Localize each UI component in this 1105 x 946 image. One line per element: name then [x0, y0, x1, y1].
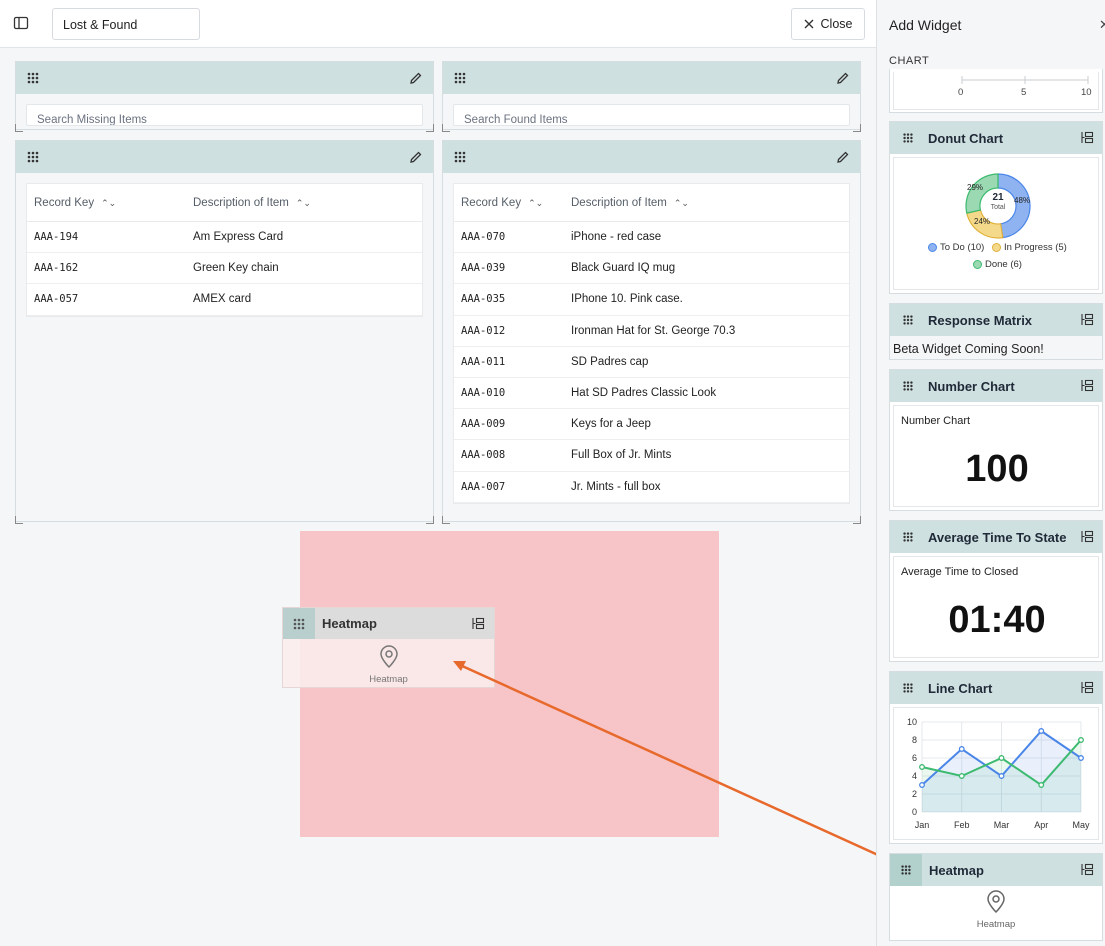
card-title: Heatmap [929, 862, 984, 878]
response-matrix-card[interactable]: Response Matrix Beta Widget Coming Soon! [889, 303, 1103, 360]
number-chart-subtitle: Number Chart [901, 415, 971, 427]
x-tick-label: May [1072, 820, 1090, 830]
donut-center-value: 21 [992, 192, 1004, 203]
x-tick-label: Mar [994, 820, 1010, 830]
card-header: Donut Chart [890, 122, 1102, 154]
drag-handle-icon[interactable] [902, 531, 914, 543]
donut-chart-preview: 21 Total 48% 24% 29% To Do (10) In Progr… [893, 157, 1099, 290]
average-time-value: 01:40 [948, 599, 1046, 641]
y-tick-label: 10 [907, 717, 917, 727]
drag-handle-icon[interactable] [902, 380, 914, 392]
response-matrix-text: Beta Widget Coming Soon! [893, 342, 1044, 356]
card-header: Number Chart [890, 370, 1102, 402]
data-point [1078, 737, 1084, 743]
y-tick-label: 4 [912, 771, 917, 781]
axis-tick: 0 [958, 87, 964, 98]
axis-tick: 10 [1081, 87, 1092, 98]
data-point [1038, 728, 1045, 734]
legend-item-done: Done (6) [973, 259, 1022, 270]
card-title: Response Matrix [928, 312, 1033, 328]
drag-handle-icon[interactable] [890, 854, 922, 886]
average-time-preview: Average Time to Closed 01:40 [893, 556, 1099, 658]
card-header: Heatmap [890, 854, 1102, 886]
line-chart-card[interactable]: Line Chart 0 2 4 6 8 10 Jan Feb Mar Apr May [889, 671, 1103, 844]
panel-title: Add Widget [889, 17, 962, 33]
line-chart: 0 2 4 6 8 10 Jan Feb Mar Apr May [907, 717, 1090, 830]
heatmap-card[interactable]: Heatmap Heatmap [889, 853, 1103, 941]
map-pin-icon [987, 890, 1005, 914]
drag-handle-icon[interactable] [902, 314, 914, 326]
section-label-chart: CHART [889, 55, 930, 67]
legend-item-in-progress: In Progress (5) [992, 242, 1067, 253]
number-chart-value: 100 [965, 448, 1029, 490]
add-widget-icon[interactable] [1081, 313, 1094, 326]
x-tick-label: Apr [1034, 820, 1048, 830]
drag-handle-icon[interactable] [902, 682, 914, 694]
axis-tick: 5 [1021, 87, 1027, 98]
donut-pct-label: 24% [974, 217, 991, 226]
add-widget-icon[interactable] [1081, 530, 1094, 543]
data-point [919, 764, 925, 770]
card-title: Line Chart [928, 680, 993, 696]
add-widget-icon[interactable] [1081, 863, 1094, 876]
number-chart-card[interactable]: Number Chart Number Chart 100 [889, 369, 1103, 511]
donut-pct-label: 29% [967, 183, 984, 192]
data-point [1038, 782, 1045, 788]
add-widget-icon[interactable] [1081, 681, 1094, 694]
card-header: Line Chart [890, 672, 1102, 704]
average-time-card[interactable]: Average Time To State Average Time to Cl… [889, 520, 1103, 662]
y-tick-label: 0 [912, 807, 917, 817]
data-point [998, 755, 1005, 761]
number-chart-preview: Number Chart 100 [893, 405, 1099, 507]
line-chart-preview: 0 2 4 6 8 10 Jan Feb Mar Apr May [893, 707, 1099, 840]
data-point [958, 773, 965, 779]
y-tick-label: 2 [912, 789, 917, 799]
heatmap-preview: Heatmap [890, 886, 1102, 930]
add-widget-icon[interactable] [1081, 131, 1094, 144]
drag-handle-icon[interactable] [902, 132, 914, 144]
x-tick-label: Jan [915, 820, 930, 830]
card-title: Donut Chart [928, 130, 1004, 146]
donut-pct-label: 48% [1014, 196, 1031, 205]
bar-chart-card[interactable]: 0 5 10 [889, 69, 1103, 113]
donut-chart-card[interactable]: Donut Chart 21 Total 48% 24% 29% To Do (… [889, 121, 1103, 294]
panel-close-icon[interactable]: ✕ [1099, 17, 1105, 33]
bar-chart-preview: 0 5 10 [893, 72, 1099, 110]
card-title: Number Chart [928, 378, 1015, 394]
card-header: Response Matrix [890, 304, 1102, 336]
data-point [958, 746, 965, 752]
heatmap-caption: Heatmap [976, 919, 1016, 930]
add-widget-icon[interactable] [1081, 379, 1094, 392]
data-point [998, 773, 1005, 779]
donut-center-label: Total [990, 204, 1006, 211]
y-tick-label: 8 [912, 735, 917, 745]
y-tick-label: 6 [912, 753, 917, 763]
legend-item-todo: To Do (10) [928, 242, 984, 253]
card-header: Average Time To State [890, 521, 1102, 553]
average-time-subtitle: Average Time to Closed [901, 566, 1019, 578]
card-title: Average Time To State [928, 529, 1067, 545]
data-point [1078, 755, 1084, 761]
data-point [919, 782, 925, 788]
x-tick-label: Feb [954, 820, 970, 830]
